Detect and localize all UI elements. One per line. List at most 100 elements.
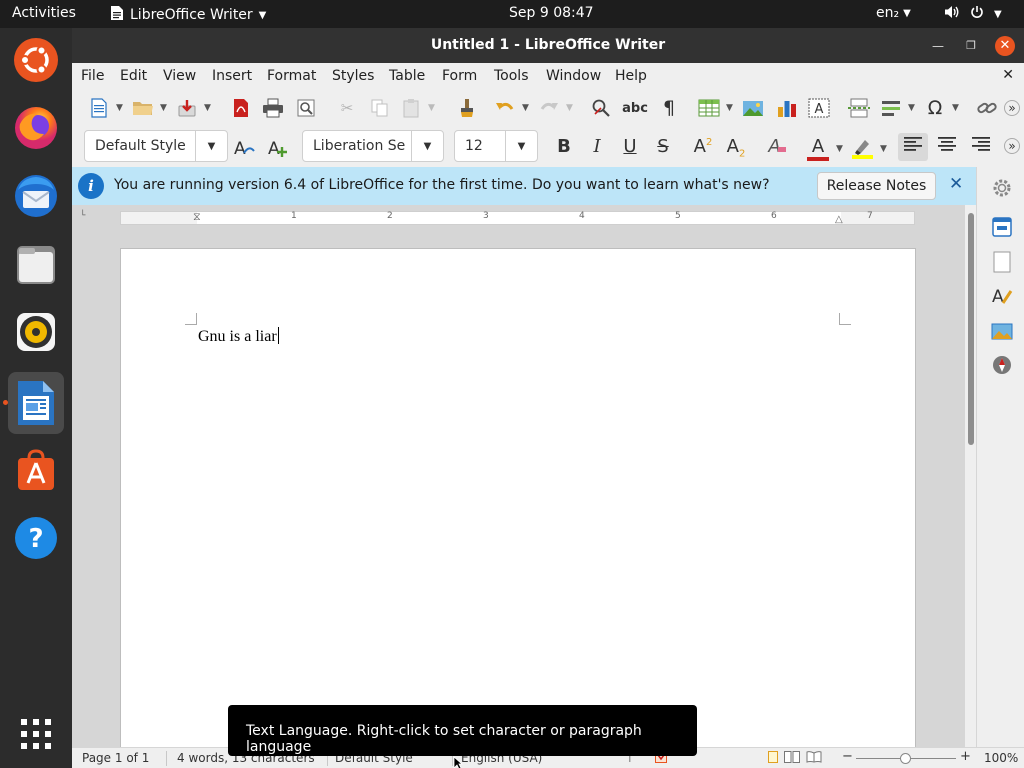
dock-files[interactable]: [8, 236, 64, 292]
formatting-marks-icon[interactable]: ¶: [658, 97, 680, 119]
multi-page-view-icon[interactable]: [784, 751, 800, 766]
chevron-down-icon[interactable]: ▼: [908, 103, 915, 113]
dock-thunderbird[interactable]: [8, 168, 64, 224]
print-icon[interactable]: [262, 97, 284, 119]
paste-icon[interactable]: [400, 97, 422, 119]
clone-formatting-icon[interactable]: [456, 97, 478, 119]
font-color-icon[interactable]: A: [806, 136, 830, 161]
chevron-down-icon[interactable]: ▼: [160, 103, 167, 113]
superscript-icon[interactable]: A2: [691, 136, 715, 158]
sidebar-properties-icon[interactable]: [991, 216, 1013, 238]
page-count[interactable]: Page 1 of 1: [82, 751, 149, 765]
menu-file[interactable]: File: [81, 68, 104, 84]
zoom-in-icon[interactable]: +: [960, 749, 971, 764]
insert-page-break-icon[interactable]: [848, 97, 870, 119]
sidebar-navigator-icon[interactable]: [991, 354, 1013, 376]
italic-icon[interactable]: I: [585, 136, 609, 158]
chevron-down-icon[interactable]: ▼: [952, 103, 959, 113]
insert-field-icon[interactable]: [880, 97, 902, 119]
dock-writer[interactable]: [8, 372, 64, 434]
close-document-icon[interactable]: ✕: [1002, 67, 1014, 83]
app-menu[interactable]: LibreOffice Writer ▼: [110, 5, 266, 25]
menu-insert[interactable]: Insert: [212, 68, 252, 84]
dock-ubuntu[interactable]: [8, 32, 64, 88]
dock-show-applications[interactable]: [8, 706, 64, 762]
menu-view[interactable]: View: [163, 68, 196, 84]
font-size-select[interactable]: 12 ▼: [454, 130, 538, 162]
chevron-down-icon[interactable]: ▼: [411, 131, 443, 161]
export-pdf-icon[interactable]: [230, 97, 252, 119]
minimize-button[interactable]: —: [928, 36, 948, 56]
dock-firefox[interactable]: [8, 100, 64, 156]
sidebar-settings-icon[interactable]: [991, 177, 1013, 199]
chevron-down-icon[interactable]: ▼: [204, 103, 211, 113]
zoom-level[interactable]: 100%: [984, 751, 1018, 765]
underline-icon[interactable]: U: [618, 136, 642, 158]
chevron-down-icon[interactable]: ▼: [428, 103, 435, 113]
system-menu[interactable]: ▼: [944, 5, 1002, 23]
insert-hyperlink-icon[interactable]: [976, 97, 998, 119]
spelling-icon[interactable]: abc: [622, 97, 648, 119]
chevron-down-icon[interactable]: ▼: [566, 103, 573, 113]
chevron-down-icon[interactable]: ▼: [195, 131, 227, 161]
menu-edit[interactable]: Edit: [120, 68, 147, 84]
paragraph-style-select[interactable]: Default Style ▼: [84, 130, 228, 162]
more-options-icon[interactable]: »: [1004, 100, 1020, 116]
insert-chart-icon[interactable]: [776, 97, 798, 119]
chevron-down-icon[interactable]: ▼: [836, 144, 843, 154]
special-character-icon[interactable]: Ω: [924, 97, 946, 119]
more-options-icon[interactable]: »: [1004, 138, 1020, 154]
align-center-icon[interactable]: [935, 136, 959, 158]
insert-table-icon[interactable]: [698, 97, 720, 119]
chevron-down-icon[interactable]: ▼: [116, 103, 123, 113]
dock-help[interactable]: ?: [8, 510, 64, 566]
save-icon[interactable]: [176, 97, 198, 119]
copy-icon[interactable]: [369, 97, 391, 119]
title-bar[interactable]: Untitled 1 - LibreOffice Writer — ❐ ✕: [72, 28, 1024, 63]
chevron-down-icon[interactable]: ▼: [726, 103, 733, 113]
book-view-icon[interactable]: [806, 751, 822, 766]
horizontal-ruler[interactable]: 1 2 3 4 5 6 7 ⧖ △: [120, 210, 915, 225]
font-name-select[interactable]: Liberation Se ▼: [302, 130, 444, 162]
menu-window[interactable]: Window: [546, 68, 601, 84]
tab-stop-selector[interactable]: └: [80, 211, 85, 221]
strikethrough-icon[interactable]: S: [651, 136, 675, 158]
input-source-menu[interactable]: en₂ ▼: [876, 5, 911, 21]
redo-icon[interactable]: [538, 97, 560, 119]
zoom-slider-handle[interactable]: [900, 753, 911, 764]
bold-icon[interactable]: B: [552, 136, 576, 158]
document-page[interactable]: Gnu is a liar: [120, 248, 916, 747]
update-style-icon[interactable]: A: [233, 137, 255, 159]
print-preview-icon[interactable]: [295, 97, 317, 119]
close-button[interactable]: ✕: [995, 36, 1015, 56]
maximize-button[interactable]: ❐: [961, 36, 981, 56]
new-style-icon[interactable]: A: [267, 137, 289, 159]
new-document-icon[interactable]: [88, 97, 110, 119]
menu-styles[interactable]: Styles: [332, 68, 374, 84]
scrollbar-thumb[interactable]: [968, 213, 974, 445]
sidebar-styles-icon[interactable]: A: [991, 285, 1013, 307]
clear-formatting-icon[interactable]: A: [765, 136, 789, 158]
left-indent-marker[interactable]: ⧖: [193, 210, 201, 224]
menu-table[interactable]: Table: [389, 68, 425, 84]
menu-form[interactable]: Form: [442, 68, 477, 84]
zoom-out-icon[interactable]: −: [842, 749, 853, 764]
open-folder-icon[interactable]: [132, 97, 154, 119]
highlight-color-icon[interactable]: [850, 136, 874, 159]
sidebar-page-icon[interactable]: [991, 251, 1013, 273]
sidebar-gallery-icon[interactable]: [991, 320, 1013, 342]
activities-button[interactable]: Activities: [12, 5, 76, 21]
align-left-icon[interactable]: [898, 133, 928, 161]
dock-rhythmbox[interactable]: [8, 304, 64, 360]
vertical-scrollbar[interactable]: [965, 205, 976, 747]
insert-image-icon[interactable]: [742, 97, 764, 119]
chevron-down-icon[interactable]: ▼: [880, 144, 887, 154]
clock[interactable]: Sep 9 08:47: [509, 5, 594, 21]
close-infobar-icon[interactable]: ✕: [949, 174, 963, 194]
single-page-view-icon[interactable]: [768, 751, 778, 766]
find-replace-icon[interactable]: [590, 97, 612, 119]
align-right-icon[interactable]: [969, 136, 993, 158]
cut-icon[interactable]: ✂: [336, 97, 358, 119]
chevron-down-icon[interactable]: ▼: [522, 103, 529, 113]
insert-text-box-icon[interactable]: A: [808, 97, 830, 119]
